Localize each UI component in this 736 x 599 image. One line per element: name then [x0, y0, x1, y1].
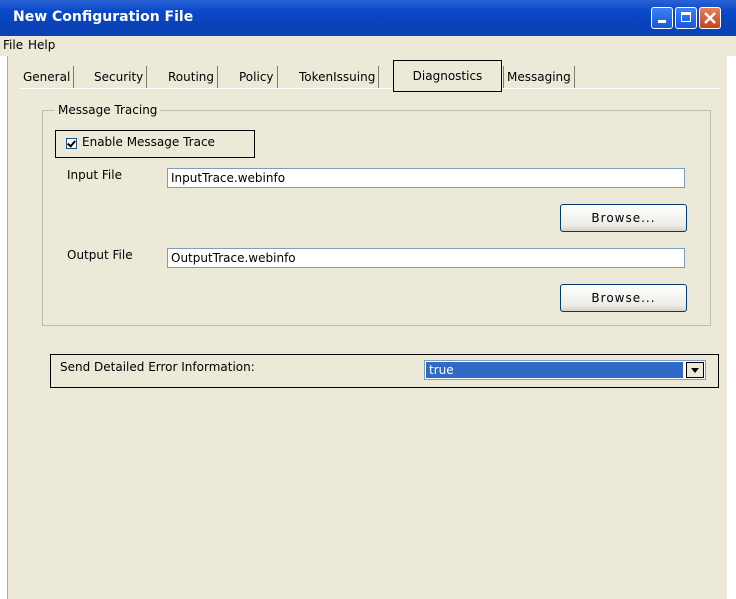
menu-bar: File Help — [0, 36, 736, 56]
tab-diagnostics[interactable]: Diagnostics — [393, 60, 502, 92]
error-info-label: Send Detailed Error Information: — [60, 360, 255, 374]
output-file-label: Output File — [67, 248, 133, 262]
tab-security[interactable]: Security — [91, 66, 148, 88]
tab-messaging[interactable]: Messaging — [503, 66, 575, 88]
close-button[interactable] — [699, 7, 721, 29]
menu-help[interactable]: Help — [28, 38, 55, 52]
minimize-button[interactable] — [651, 7, 673, 29]
chevron-down-icon[interactable] — [686, 362, 704, 378]
tab-tokenissuing[interactable]: TokenIssuing — [296, 66, 380, 88]
input-file-field[interactable]: InputTrace.webinfo — [167, 168, 685, 188]
error-info-value: true — [426, 362, 683, 378]
input-file-label: Input File — [67, 168, 122, 182]
title-bar: New Configuration File — [0, 0, 736, 36]
enable-trace-label[interactable]: Enable Message Trace — [82, 135, 215, 149]
tab-routing[interactable]: Routing — [165, 66, 219, 88]
error-info-select[interactable]: true — [424, 360, 706, 380]
close-icon — [704, 12, 716, 24]
menu-file[interactable]: File — [3, 38, 23, 52]
browse-output-button[interactable]: Browse... — [560, 284, 687, 312]
enable-trace-checkbox[interactable] — [66, 138, 77, 149]
minimize-icon — [658, 20, 666, 23]
tab-policy[interactable]: Policy — [236, 66, 278, 88]
tab-general[interactable]: General — [20, 66, 75, 88]
browse-input-button[interactable]: Browse... — [560, 204, 687, 232]
message-tracing-legend: Message Tracing — [55, 103, 161, 117]
maximize-icon — [681, 12, 691, 22]
tab-strip-line — [20, 88, 720, 89]
output-file-field[interactable]: OutputTrace.webinfo — [167, 248, 685, 268]
maximize-button[interactable] — [675, 7, 697, 29]
window-title: New Configuration File — [13, 9, 194, 25]
